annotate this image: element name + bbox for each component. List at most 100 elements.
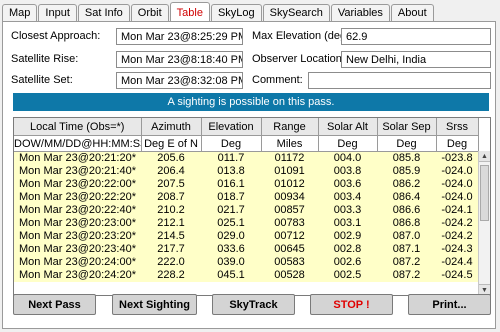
- header-solar-sep[interactable]: Solar Sep: [377, 118, 437, 136]
- table-row[interactable]: Mon Mar 23@20:21:40* 206.4 013.8 01091 003.8…: [14, 165, 478, 178]
- next-pass-button[interactable]: Next Pass: [13, 294, 96, 315]
- table-row[interactable]: Mon Mar 23@20:22:20* 208.7 018.7 00934 003.4…: [14, 191, 478, 204]
- tab-sat-info[interactable]: Sat Info: [77, 4, 130, 22]
- table-cell: 086.6: [377, 204, 436, 217]
- table-cell: Mon Mar 23@20:23:20*: [14, 230, 141, 243]
- table-row[interactable]: Mon Mar 23@20:24:20* 228.2 045.1 00528 002.5…: [14, 269, 478, 282]
- header-local-time[interactable]: Local Time (Obs=*): [14, 118, 142, 136]
- unit-solar-alt: Deg: [318, 135, 378, 152]
- table-cell: 01012: [261, 178, 318, 191]
- table-cell: 214.5: [141, 230, 201, 243]
- table-cell: 087.1: [377, 243, 436, 256]
- next-sighting-button[interactable]: Next Sighting: [112, 294, 197, 315]
- table-cell: 217.7: [141, 243, 201, 256]
- table-cell: 087.2: [377, 256, 436, 269]
- table-row[interactable]: Mon Mar 23@20:23:00* 212.1 025.1 00783 003.1…: [14, 217, 478, 230]
- tab-variables[interactable]: Variables: [330, 4, 390, 22]
- header-range[interactable]: Range: [261, 118, 319, 136]
- table-cell: 085.9: [377, 165, 436, 178]
- tab-skylog[interactable]: SkyLog: [210, 4, 262, 22]
- max-elevation-label: Max Elevation (deg):: [252, 30, 353, 42]
- table-row[interactable]: Mon Mar 23@20:23:40* 217.7 033.6 00645 002.8…: [14, 243, 478, 256]
- scroll-up-icon[interactable]: ▲: [479, 151, 490, 162]
- tab-orbit[interactable]: Orbit: [130, 4, 169, 22]
- table-row[interactable]: Mon Mar 23@20:21:20* 205.6 011.7 01172 004.0…: [14, 151, 478, 165]
- max-elevation-field[interactable]: 62.9: [341, 28, 491, 45]
- observer-location-field[interactable]: New Delhi, India: [341, 51, 491, 68]
- vertical-scrollbar[interactable]: ▲ ▼: [478, 151, 490, 295]
- table-cell: 212.1: [141, 217, 201, 230]
- table-cell: Mon Mar 23@20:22:20*: [14, 191, 141, 204]
- table-cell: 002.8: [318, 243, 377, 256]
- table-cell: 086.4: [377, 191, 436, 204]
- tab-map[interactable]: Map: [2, 4, 38, 22]
- tab-about[interactable]: About: [390, 4, 434, 22]
- table-cell: Mon Mar 23@20:23:40*: [14, 243, 141, 256]
- header-srss[interactable]: Srss: [436, 118, 479, 136]
- comment-field[interactable]: [308, 72, 491, 89]
- tab-input[interactable]: Input: [38, 4, 77, 22]
- table-cell: 087.2: [377, 269, 436, 282]
- closest-approach-field[interactable]: Mon Mar 23@8:25:29 PM: [116, 28, 243, 45]
- satellite-set-label: Satellite Set:: [11, 74, 73, 86]
- table-cell: Mon Mar 23@20:22:00*: [14, 178, 141, 191]
- comment-label: Comment:: [252, 74, 303, 86]
- header-azimuth[interactable]: Azimuth: [141, 118, 202, 136]
- table-cell: 207.5: [141, 178, 201, 191]
- table-cell: 01172: [261, 151, 318, 165]
- table-row[interactable]: Mon Mar 23@20:23:20* 214.5 029.0 00712 002.9…: [14, 230, 478, 243]
- tab-table[interactable]: Table: [169, 2, 210, 23]
- table-cell: 00645: [261, 243, 318, 256]
- table-cell: -024.1: [436, 204, 478, 217]
- table-cell: 033.6: [201, 243, 261, 256]
- unit-solar-sep: Deg: [377, 135, 437, 152]
- closest-approach-label: Closest Approach:: [11, 30, 101, 42]
- table-cell: 00528: [261, 269, 318, 282]
- unit-srss: Deg: [436, 135, 479, 152]
- table-cell: -023.8: [436, 151, 478, 165]
- table-cell: 01091: [261, 165, 318, 178]
- table-cell: -024.2: [436, 230, 478, 243]
- satellite-rise-label: Satellite Rise:: [11, 53, 79, 65]
- scroll-thumb[interactable]: [480, 165, 489, 221]
- table-cell: 208.7: [141, 191, 201, 204]
- skytrack-button[interactable]: SkyTrack: [212, 294, 295, 315]
- table-cell: Mon Mar 23@20:23:00*: [14, 217, 141, 230]
- table-cell: 039.0: [201, 256, 261, 269]
- table-cell: 003.1: [318, 217, 377, 230]
- satellite-set-field[interactable]: Mon Mar 23@8:32:08 PM: [116, 72, 243, 89]
- table-panel: Closest Approach: Mon Mar 23@8:25:29 PM …: [2, 21, 496, 329]
- table-row[interactable]: Mon Mar 23@20:24:00* 222.0 039.0 00583 002.6…: [14, 256, 478, 269]
- header-solar-alt[interactable]: Solar Alt: [318, 118, 378, 136]
- table-cell: Mon Mar 23@20:21:40*: [14, 165, 141, 178]
- tab-skysearch[interactable]: SkySearch: [262, 4, 330, 22]
- table-cell: 003.4: [318, 191, 377, 204]
- table-cell: 011.7: [201, 151, 261, 165]
- table-cell: Mon Mar 23@20:24:00*: [14, 256, 141, 269]
- table-cell: 004.0: [318, 151, 377, 165]
- print-button[interactable]: Print...: [408, 294, 491, 315]
- table-cell: -024.3: [436, 243, 478, 256]
- satellite-rise-field[interactable]: Mon Mar 23@8:18:40 PM: [116, 51, 243, 68]
- table-row[interactable]: Mon Mar 23@20:22:00* 207.5 016.1 01012 003.6…: [14, 178, 478, 191]
- table-row[interactable]: Mon Mar 23@20:22:40* 210.2 021.7 00857 003.3…: [14, 204, 478, 217]
- table-cell: 013.8: [201, 165, 261, 178]
- table-body: Mon Mar 23@20:21:20* 205.6 011.7 01172 004.0…: [14, 151, 478, 282]
- table-cell: 087.0: [377, 230, 436, 243]
- sighting-banner: A sighting is possible on this pass.: [13, 93, 489, 111]
- table-cell: -024.5: [436, 269, 478, 282]
- table-cell: 00783: [261, 217, 318, 230]
- table-cell: -024.0: [436, 191, 478, 204]
- table-cell: -024.4: [436, 256, 478, 269]
- unit-local-time: DOW/MM/DD@HH:MM:SS: [14, 135, 142, 152]
- tab-bar: Map Input Sat Info Orbit Table SkyLog Sk…: [2, 2, 435, 23]
- table-cell: 205.6: [141, 151, 201, 165]
- table-cell: 016.1: [201, 178, 261, 191]
- stop-button[interactable]: STOP !: [310, 294, 393, 315]
- table-cell: 045.1: [201, 269, 261, 282]
- table-cell: 086.8: [377, 217, 436, 230]
- table-cell: 206.4: [141, 165, 201, 178]
- unit-range: Miles: [261, 135, 319, 152]
- header-elevation[interactable]: Elevation: [201, 118, 262, 136]
- table-cell: 00934: [261, 191, 318, 204]
